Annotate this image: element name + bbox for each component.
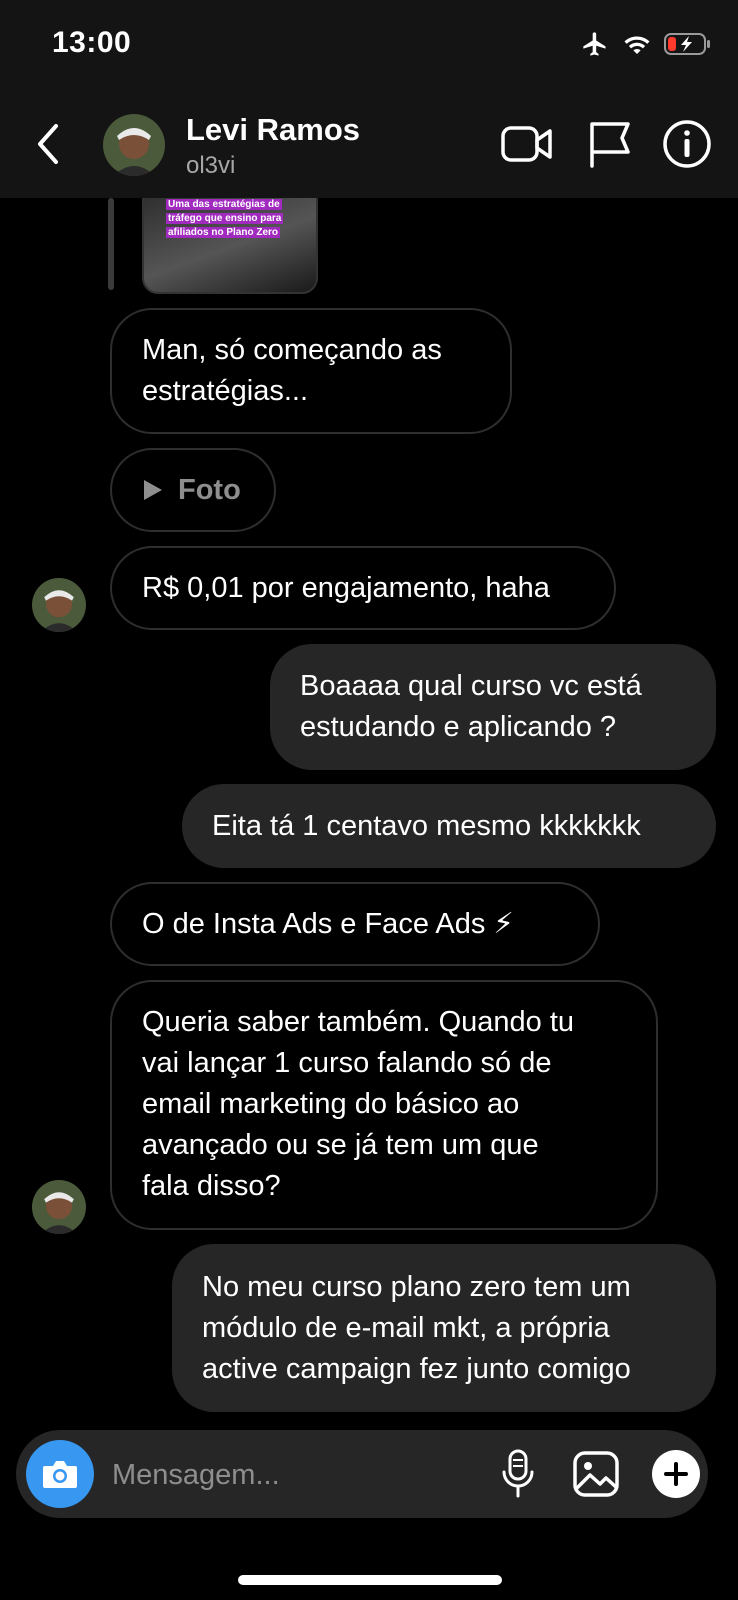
story-reply-thumbnail[interactable]: Uma das estratégias de tráfego que ensin…	[142, 198, 318, 294]
flag-icon[interactable]	[584, 118, 638, 170]
contact-handle[interactable]: ol3vi	[186, 152, 235, 180]
camera-button[interactable]	[26, 1440, 94, 1508]
message-bubble-outgoing[interactable]: Eita tá 1 centavo mesmo kkkkkkk	[182, 784, 716, 868]
status-icons	[580, 30, 712, 58]
message-text: Boaaaa qual curso vc está estudando e ap…	[300, 670, 642, 743]
message-bubble-outgoing[interactable]: No meu curso plano zero tem um módulo de…	[172, 1244, 716, 1412]
message-text: Eita tá 1 centavo mesmo kkkkkkk	[212, 809, 641, 842]
gallery-icon[interactable]	[572, 1450, 620, 1498]
message-text: Man, só começando as estratégias...	[142, 334, 442, 407]
camera-icon	[43, 1461, 77, 1488]
message-text: No meu curso plano zero tem um módulo de…	[202, 1270, 631, 1385]
wifi-icon	[624, 36, 650, 54]
contact-name[interactable]: Levi Ramos	[186, 112, 360, 148]
story-caption: Uma das estratégias de tráfego que ensin…	[166, 199, 284, 238]
message-bubble-incoming[interactable]: R$ 0,01 por engajamento, haha	[110, 546, 616, 630]
play-icon	[144, 480, 162, 500]
photo-message-bubble[interactable]: Foto	[110, 448, 276, 532]
microphone-icon[interactable]	[500, 1448, 536, 1500]
conversation-header: Levi Ramos ol3vi	[0, 90, 738, 198]
add-button[interactable]	[652, 1450, 700, 1498]
battery-low-charging-icon	[664, 33, 710, 55]
message-text: Queria saber também. Quando tu vai lança…	[142, 1006, 575, 1202]
avatar[interactable]	[32, 578, 86, 632]
message-input[interactable]	[110, 1452, 474, 1498]
message-bubble-incoming[interactable]: O de Insta Ads e Face Ads ⚡	[110, 882, 600, 966]
message-composer	[16, 1430, 708, 1518]
message-bubble-incoming[interactable]: Man, só começando as estratégias...	[110, 308, 512, 434]
message-bubble-outgoing[interactable]: Boaaaa qual curso vc está estudando e ap…	[270, 644, 716, 770]
photo-label: Foto	[178, 473, 241, 506]
info-icon[interactable]	[660, 118, 714, 170]
back-icon[interactable]	[30, 120, 70, 168]
status-bar: 13:00	[0, 0, 738, 90]
message-text: R$ 0,01 por engajamento, haha	[142, 571, 550, 604]
home-indicator[interactable]	[238, 1575, 502, 1585]
avatar[interactable]	[32, 1180, 86, 1234]
avatar[interactable]	[103, 114, 165, 176]
plus-icon	[664, 1462, 688, 1486]
video-call-icon[interactable]	[500, 118, 554, 170]
status-time: 13:00	[52, 26, 132, 59]
airplane-icon	[583, 32, 606, 56]
message-bubble-incoming[interactable]: Queria saber também. Quando tu vai lança…	[110, 980, 658, 1230]
message-thread[interactable]: Uma das estratégias de tráfego que ensin…	[0, 198, 738, 1428]
reply-indicator-line	[108, 198, 114, 290]
message-text: O de Insta Ads e Face Ads ⚡	[142, 907, 514, 940]
